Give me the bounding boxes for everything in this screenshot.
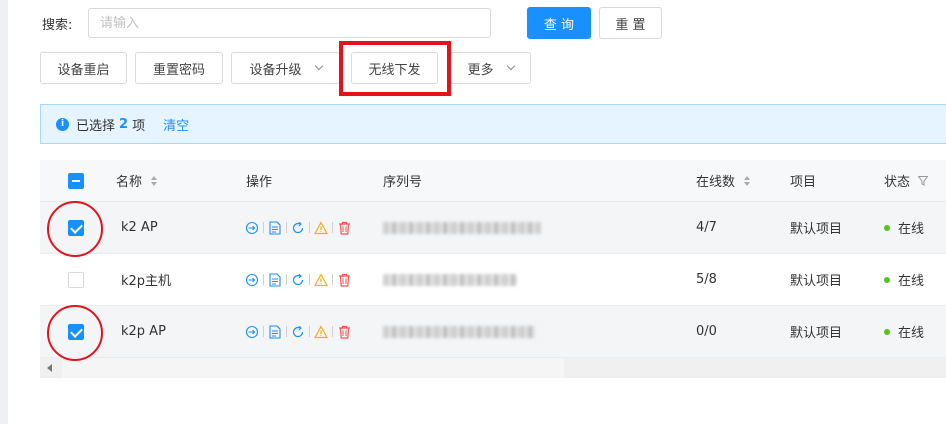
table-row[interactable]: k2p主机 5/8 默认项目 在线 [40,254,946,306]
online-count: 5/8 [696,272,717,287]
column-header-status[interactable]: 状态 [884,160,929,201]
left-edge [0,0,8,424]
info-icon: i [56,117,69,131]
login-icon[interactable] [244,324,260,340]
column-header-project: 项目 [790,175,817,190]
table-row[interactable]: k2 AP 4/7 默认项目 在线 [40,202,946,254]
refresh-icon[interactable] [290,220,306,236]
delete-icon[interactable] [336,272,352,288]
login-icon[interactable] [244,272,260,288]
table-row[interactable]: k2p AP 0/0 默认项目 在线 [40,306,946,358]
online-count: 4/7 [696,220,717,235]
serial-number-redacted [383,202,541,253]
highlight-annotation-box [339,41,451,96]
delete-icon[interactable] [336,324,352,340]
selection-count: 2 [119,116,129,132]
highlight-annotation-circle [47,201,103,257]
chevron-down-icon [506,61,515,71]
search-input[interactable] [88,8,491,38]
refresh-icon[interactable] [290,324,306,340]
column-online-label: 在线数 [696,175,736,190]
status-label: 在线 [898,326,925,341]
more-label: 更多 [467,62,494,78]
highlight-annotation-circle [47,305,103,361]
status-badge: 在线 [884,306,924,357]
row-actions [244,202,352,253]
query-button[interactable]: 查 询 [527,7,591,39]
reset-password-button[interactable]: 重置密码 [135,52,223,84]
warning-icon[interactable] [313,220,329,236]
restart-device-label: 设备重启 [57,62,110,78]
column-name-label: 名称 [116,175,143,190]
filter-icon[interactable] [918,175,929,186]
sort-icon[interactable] [151,175,158,186]
column-header-name[interactable]: 名称 [116,160,158,201]
scroll-left-icon[interactable] [47,364,52,372]
device-management-page: 搜索: 查 询 重 置 设备重启 重置密码 设备升级 无线下发 更多 i 已选择… [0,0,946,424]
device-table: 名称 操作 序列号 在线数 项目 状态 k2 AP 4/7 默认项目 在线 k2… [40,160,946,378]
project-name: 默认项目 [790,274,843,289]
row-actions [244,306,352,357]
search-label: 搜索: [42,18,73,33]
column-header-online[interactable]: 在线数 [696,160,751,201]
login-icon[interactable] [244,220,260,236]
reset-button[interactable]: 重 置 [599,7,662,39]
status-badge: 在线 [884,254,924,305]
refresh-icon[interactable] [290,272,306,288]
serial-number-redacted [383,254,517,305]
status-label: 在线 [898,274,925,289]
status-label: 在线 [898,222,925,237]
serial-number-redacted [383,306,535,357]
row-actions [244,254,352,305]
horizontal-scrollbar[interactable] [40,358,946,378]
warning-icon[interactable] [313,272,329,288]
scroll-thumb[interactable] [62,358,564,378]
online-count: 0/0 [696,324,717,339]
selection-prefix: 已选择 [76,118,116,134]
upgrade-device-label: 设备升级 [249,62,302,78]
reset-password-label: 重置密码 [152,62,205,78]
upgrade-device-dropdown[interactable]: 设备升级 [231,52,340,84]
chevron-down-icon [314,61,323,71]
column-header-serial: 序列号 [383,175,423,190]
sort-icon[interactable] [744,175,751,186]
document-icon[interactable] [267,324,283,340]
column-header-actions: 操作 [246,175,273,190]
column-status-label: 状态 [884,175,911,190]
document-icon[interactable] [267,272,283,288]
more-dropdown[interactable]: 更多 [450,52,531,84]
online-dot-icon [884,328,890,335]
online-dot-icon [884,276,890,283]
warning-icon[interactable] [313,324,329,340]
selection-banner: i 已选择 2 项 清空 [40,104,946,144]
delete-icon[interactable] [336,220,352,236]
device-name: k2p主机 [121,274,172,289]
device-name: k2p AP [121,324,166,339]
online-dot-icon [884,224,890,231]
project-name: 默认项目 [790,326,843,341]
restart-device-button[interactable]: 设备重启 [40,52,127,84]
select-all-cell [68,160,84,201]
clear-selection-link[interactable]: 清空 [163,115,189,134]
table-header: 名称 操作 序列号 在线数 项目 状态 [40,160,946,202]
select-all-checkbox[interactable] [68,172,84,189]
project-name: 默认项目 [790,222,843,237]
row-checkbox[interactable] [68,271,84,288]
selection-suffix: 项 [132,118,146,134]
device-name: k2 AP [121,220,158,235]
status-badge: 在线 [884,202,924,253]
document-icon[interactable] [267,220,283,236]
